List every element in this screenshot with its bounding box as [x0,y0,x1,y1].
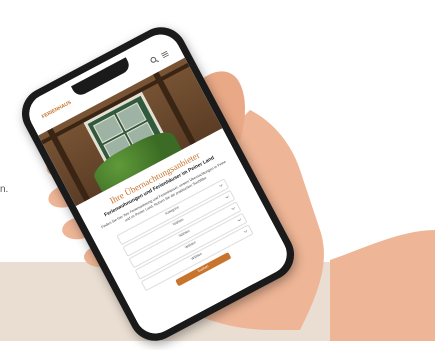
header-icons [149,49,170,65]
menu-icon[interactable] [160,49,171,60]
search-icon[interactable] [149,55,160,66]
